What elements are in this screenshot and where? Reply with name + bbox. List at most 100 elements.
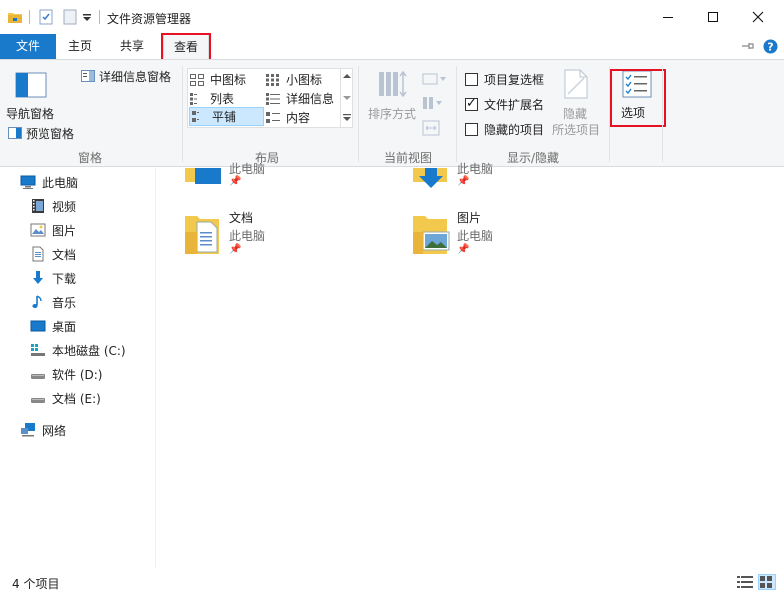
downloads-folder-icon [413,168,447,188]
help-icon[interactable]: ? [763,39,778,57]
nav-label: 文档 [52,247,77,262]
layout-tiles-label: 平铺 [212,110,237,124]
hide-selected-label-2[interactable]: 所选项目 [552,121,600,138]
computer-icon [20,175,36,189]
item-checkboxes-label[interactable]: 项目复选框 [484,71,544,88]
nav-documents[interactable]: 文档 [30,243,76,265]
list-item[interactable]: 图片 此电脑 📌 [411,208,611,260]
layout-list-label: 列表 [210,92,235,106]
layout-medium-icons[interactable]: 中图标 [190,70,262,89]
maximize-icon [708,12,718,22]
list-item[interactable]: 此电脑 📌 [183,162,363,192]
pin-icon: 📌 [457,244,470,255]
options-button[interactable]: 选项 [614,68,660,124]
layout-medium-icons-label: 中图标 [210,73,247,87]
tiles-icon [192,110,199,122]
small-icons-icon [266,73,279,86]
maximize-button[interactable] [690,0,736,34]
add-columns-icon[interactable] [422,96,446,113]
nav-drive-d[interactable]: 软件 (D:) [30,363,102,385]
size-columns-icon[interactable] [422,120,440,139]
pin-icon: 📌 [229,176,242,187]
nav-pictures[interactable]: 图片 [30,219,76,241]
nav-downloads[interactable]: 下载 [30,267,76,289]
list-item[interactable]: 此电脑 📌 [411,162,591,192]
hidden-items-checkbox[interactable] [465,123,478,136]
properties-icon[interactable] [38,9,54,25]
pin-ribbon-icon[interactable] [741,40,755,55]
layout-small-icons-label: 小图标 [286,73,323,87]
desktop-folder-icon [185,168,221,184]
nav-label: 音乐 [52,295,77,310]
nav-drive-c[interactable]: 本地磁盘 (C:) [30,339,126,361]
nav-label: 此电脑 [42,175,79,190]
layout-gallery-scroll[interactable] [340,69,352,127]
pictures-icon [30,223,46,237]
nav-pane-label[interactable]: 导航窗格 [6,105,54,122]
item-checkboxes-checkbox[interactable] [465,73,478,86]
layout-details[interactable]: 详细信息 [266,89,338,108]
tile-name: 文档 [229,211,254,225]
layout-tiles[interactable]: 平铺 [189,107,264,126]
nav-label: 本地磁盘 (C:) [52,343,126,358]
hide-selected-icon [562,68,590,103]
pictures-folder-icon [413,216,450,254]
expand-gallery-icon[interactable] [343,114,351,122]
new-folder-icon[interactable] [62,9,78,25]
documents-folder-icon [185,216,219,254]
navigation-pane: 此电脑 视频 图片 文档 下载 音乐 桌面 本地磁盘 (C:) 软件 (D:) … [0,168,156,568]
nav-desktop[interactable]: 桌面 [30,315,76,337]
preview-pane-button[interactable]: 预览窗格 [26,125,74,142]
file-list: 此电脑 📌 此电脑 📌 文档 此电脑 📌 图片 此电脑 📌 [157,162,784,568]
tile-name: 图片 [457,211,482,225]
sort-by-button[interactable]: 排序方式 [368,105,416,122]
nav-network[interactable]: 网络 [20,419,66,441]
details-pane-button[interactable]: 详细信息窗格 [99,68,171,85]
scroll-up-icon[interactable] [343,73,351,79]
nav-videos[interactable]: 视频 [30,195,76,217]
group-label-current-view: 当前视图 [383,151,432,165]
hidden-items-label[interactable]: 隐藏的项目 [484,121,544,138]
tiles-view-icon[interactable] [758,574,776,590]
layout-content[interactable]: 内容 [266,108,338,127]
hide-selected-label-1[interactable]: 隐藏 [563,105,587,122]
tab-file[interactable]: 文件 [0,34,56,59]
tile-location: 此电脑 [457,229,494,243]
nav-this-pc[interactable]: 此电脑 [20,171,78,193]
download-icon [33,271,43,284]
ribbon-tabs: 文件 主页 共享 查看 ? [0,33,784,61]
details-view-icon[interactable] [737,575,753,592]
close-button[interactable] [735,0,781,34]
tab-share[interactable]: 共享 [110,34,154,59]
nav-label: 文档 (E:) [52,391,101,406]
system-drive-icon [31,344,45,356]
tile-location: 此电脑 [457,162,494,176]
layout-list[interactable]: 列表 [190,89,262,108]
nav-music[interactable]: 音乐 [30,291,76,313]
nav-drive-e[interactable]: 文档 (E:) [30,387,101,409]
nav-label: 桌面 [52,319,77,334]
nav-label: 软件 (D:) [52,367,103,382]
minimize-button[interactable] [645,0,691,34]
scroll-down-icon[interactable] [343,95,351,101]
layout-details-label: 详细信息 [286,92,335,106]
layout-gallery: 中图标 小图标 列表 详细信息 平铺 内容 [187,68,353,128]
layout-small-icons[interactable]: 小图标 [266,70,338,89]
list-item[interactable]: 文档 此电脑 📌 [183,208,383,260]
music-icon [32,295,42,308]
pin-icon: 📌 [229,244,242,255]
group-by-icon[interactable] [422,72,446,89]
customize-toolbar-icon[interactable] [82,12,92,22]
drive-icon [31,374,45,379]
video-icon [32,199,44,213]
nav-label: 视频 [52,199,77,214]
options-label: 选项 [621,106,646,120]
window-title: 文件资源管理器 [107,12,192,26]
file-extensions-checkbox[interactable] [465,96,478,111]
file-extensions-label[interactable]: 文件扩展名 [484,96,544,113]
nav-label: 图片 [52,223,77,238]
tab-view[interactable]: 查看 [163,34,209,60]
pin-icon: 📌 [457,176,470,187]
documents-icon [32,246,44,262]
tab-home[interactable]: 主页 [58,34,102,59]
